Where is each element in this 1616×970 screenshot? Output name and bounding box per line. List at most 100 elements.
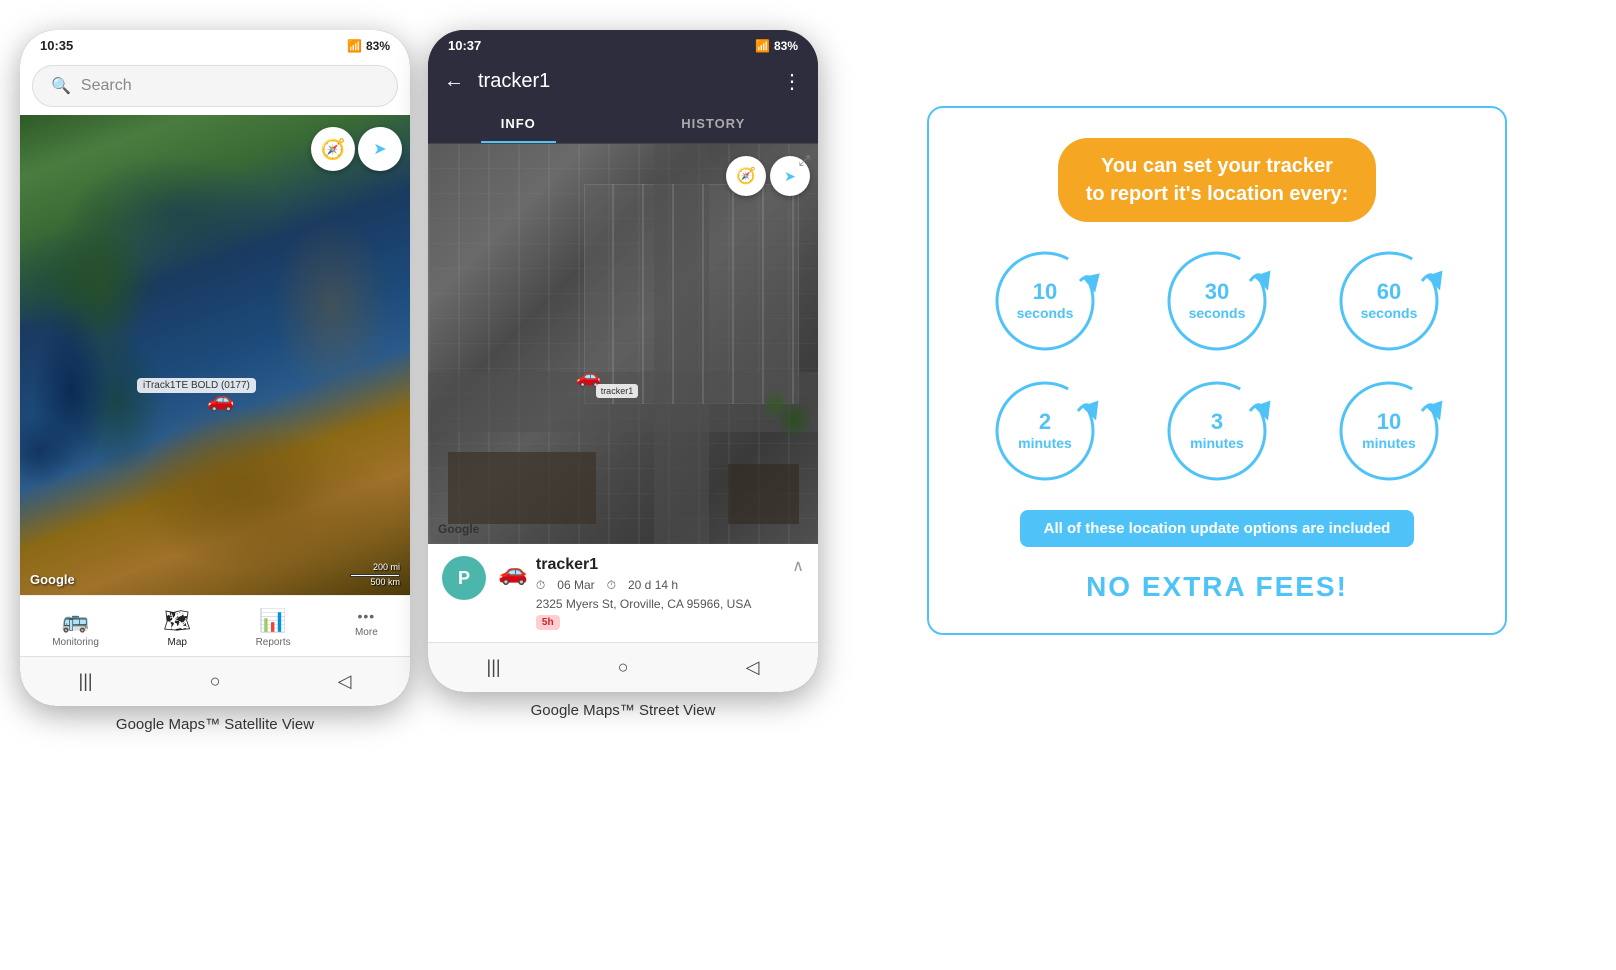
google-watermark-satellite: Google (30, 572, 75, 587)
banner-text: All of these location update options are… (1044, 520, 1391, 537)
nav-map[interactable]: 🗺 Map (153, 604, 201, 652)
interval-3m: 3 minutes (1141, 376, 1293, 486)
phone2-wifi-icon: 📶 (755, 39, 770, 53)
search-bar[interactable]: 🔍 Search (32, 65, 398, 107)
reports-label: Reports (256, 637, 291, 648)
satellite-map[interactable]: 🧭 ➤ iTrack1TE BOLD (0177) 🚗 Google 200 m… (20, 115, 410, 595)
circle-30s-container: 30 seconds (1162, 246, 1272, 356)
phone1-status-bar: 10:35 📶 83% (20, 30, 410, 57)
phones-container: 10:35 📶 83% 🔍 Search 🧭 (20, 20, 818, 737)
more-nav-icon: ••• (358, 608, 376, 624)
phone1-wrapper: 10:35 📶 83% 🔍 Search 🧭 (20, 20, 410, 737)
navigate-icon-2: ➤ (784, 168, 796, 185)
interval-10s: 10 seconds (969, 246, 1121, 356)
google-watermark-street: Google (438, 522, 479, 536)
nav-reports[interactable]: 📊 Reports (246, 604, 301, 652)
interval-2m-text: 2 minutes (1018, 409, 1072, 452)
headline-text: You can set your trackerto report it's l… (1086, 155, 1349, 205)
interval-10s-unit: seconds (1017, 305, 1074, 322)
tracker-date: 06 Mar (557, 578, 594, 593)
phone2-battery: 83% (774, 39, 798, 53)
compass-button[interactable]: 🧭 (311, 127, 355, 171)
compass-icon-2: 🧭 (736, 166, 756, 186)
tab-info[interactable]: INFO (481, 106, 556, 143)
phone2-mockup: 10:37 📶 83% ← tracker1 ⋮ INFO HISTORY (428, 30, 818, 692)
tracker-name-row: tracker1 (536, 556, 780, 574)
no-fees-text: NO EXTRA FEES! (1086, 571, 1348, 603)
street-map[interactable]: 🧭 ➤ 🚗 tracker1 Google ⤢ (428, 144, 818, 544)
interval-30s-text: 30 seconds (1189, 279, 1246, 322)
search-bar-container: 🔍 Search (20, 57, 410, 115)
tracker-info-panel: P 🚗 tracker1 ⏱ 06 Mar ⏱ 20 d 14 h (428, 544, 818, 642)
ocean-west (32, 307, 110, 475)
back-button[interactable]: ← (444, 70, 464, 93)
interval-30s: 30 seconds (1141, 246, 1293, 356)
android-back[interactable]: ||| (59, 667, 113, 696)
interval-60s-value: 60 (1361, 279, 1418, 305)
phone1-wifi-icon: 📶 (347, 39, 362, 53)
nav-more[interactable]: ••• More (345, 604, 388, 652)
interval-10m-text: 10 minutes (1362, 409, 1416, 452)
building-1 (448, 452, 596, 524)
tracker-label-street: tracker1 (596, 384, 639, 398)
tracker-title: tracker1 (478, 70, 768, 93)
phone1-caption: Google Maps™ Satellite View (116, 706, 314, 737)
android-home[interactable]: ○ (190, 667, 241, 696)
interval-3m-unit: minutes (1190, 435, 1244, 452)
search-placeholder: Search (81, 77, 132, 95)
interval-60s: 60 seconds (1313, 246, 1465, 356)
phone1-battery: 83% (366, 39, 390, 53)
more-button[interactable]: ⋮ (782, 69, 802, 94)
time-badge: 5h (536, 615, 560, 630)
tracker-pin-satellite: 🚗 (207, 387, 234, 413)
navigate-button[interactable]: ➤ (358, 127, 402, 171)
phone2-caption: Google Maps™ Street View (531, 692, 716, 723)
compass-button-2[interactable]: 🧭 (726, 156, 766, 196)
nav-monitoring[interactable]: 🚌 Monitoring (42, 604, 109, 652)
tree-2 (763, 384, 786, 424)
compass-icon: 🧭 (321, 137, 346, 162)
interval-3m-value: 3 (1190, 409, 1244, 435)
bottom-nav: 🚌 Monitoring 🗺 Map 📊 Reports ••• More (20, 595, 410, 656)
interval-60s-text: 60 seconds (1361, 279, 1418, 322)
android-nav-2: ||| ○ ◁ (428, 642, 818, 692)
interval-2m-unit: minutes (1018, 435, 1072, 452)
interval-2m: 2 minutes (969, 376, 1121, 486)
panel-expand-icon[interactable]: ∧ (792, 556, 804, 576)
tracker-meta: ⏱ 06 Mar ⏱ 20 d 14 h (536, 578, 780, 593)
navigate-icon: ➤ (373, 139, 386, 159)
scale-top: 200 mi (373, 562, 400, 572)
interval-10m-value: 10 (1362, 409, 1416, 435)
info-graphic: You can set your trackerto report it's l… (927, 106, 1507, 635)
circle-60s-container: 60 seconds (1334, 246, 1444, 356)
android-recent-2[interactable]: ◁ (726, 653, 780, 682)
tab-history[interactable]: HISTORY (661, 106, 765, 143)
duration-icon: ⏱ (607, 578, 616, 593)
tracker-info-content: 🚗 tracker1 ⏱ 06 Mar ⏱ 20 d 14 h 2325 Mye… (498, 556, 780, 630)
building-2 (728, 464, 798, 524)
android-home-2[interactable]: ○ (598, 653, 649, 682)
desert-terrain (137, 403, 332, 571)
tracker-header: ← tracker1 ⋮ (428, 57, 818, 106)
interval-10m-unit: minutes (1362, 435, 1416, 452)
reports-icon: 📊 (259, 608, 286, 634)
avatar-letter: P (458, 568, 470, 589)
android-nav-1: ||| ○ ◁ (20, 656, 410, 706)
android-recent[interactable]: ◁ (318, 667, 372, 696)
android-back-2[interactable]: ||| (467, 653, 521, 682)
map-label: Map (168, 637, 187, 648)
map-icon: 🗺 (163, 608, 191, 634)
parking-lines (584, 184, 799, 404)
interval-10m: 10 minutes (1313, 376, 1465, 486)
expand-button[interactable]: ⤢ (799, 152, 810, 169)
search-icon: 🔍 (51, 76, 71, 96)
tracker-name: tracker1 (536, 556, 598, 574)
monitoring-label: Monitoring (52, 637, 99, 648)
headline-banner: You can set your trackerto report it's l… (1058, 138, 1377, 222)
intervals-grid: 10 seconds 30 seconds (969, 246, 1465, 486)
circle-2m-container: 2 minutes (990, 376, 1100, 486)
interval-3m-text: 3 minutes (1190, 409, 1244, 452)
interval-60s-unit: seconds (1361, 305, 1418, 322)
scale-bar: 200 mi 500 km (350, 562, 400, 587)
interval-2m-value: 2 (1018, 409, 1072, 435)
